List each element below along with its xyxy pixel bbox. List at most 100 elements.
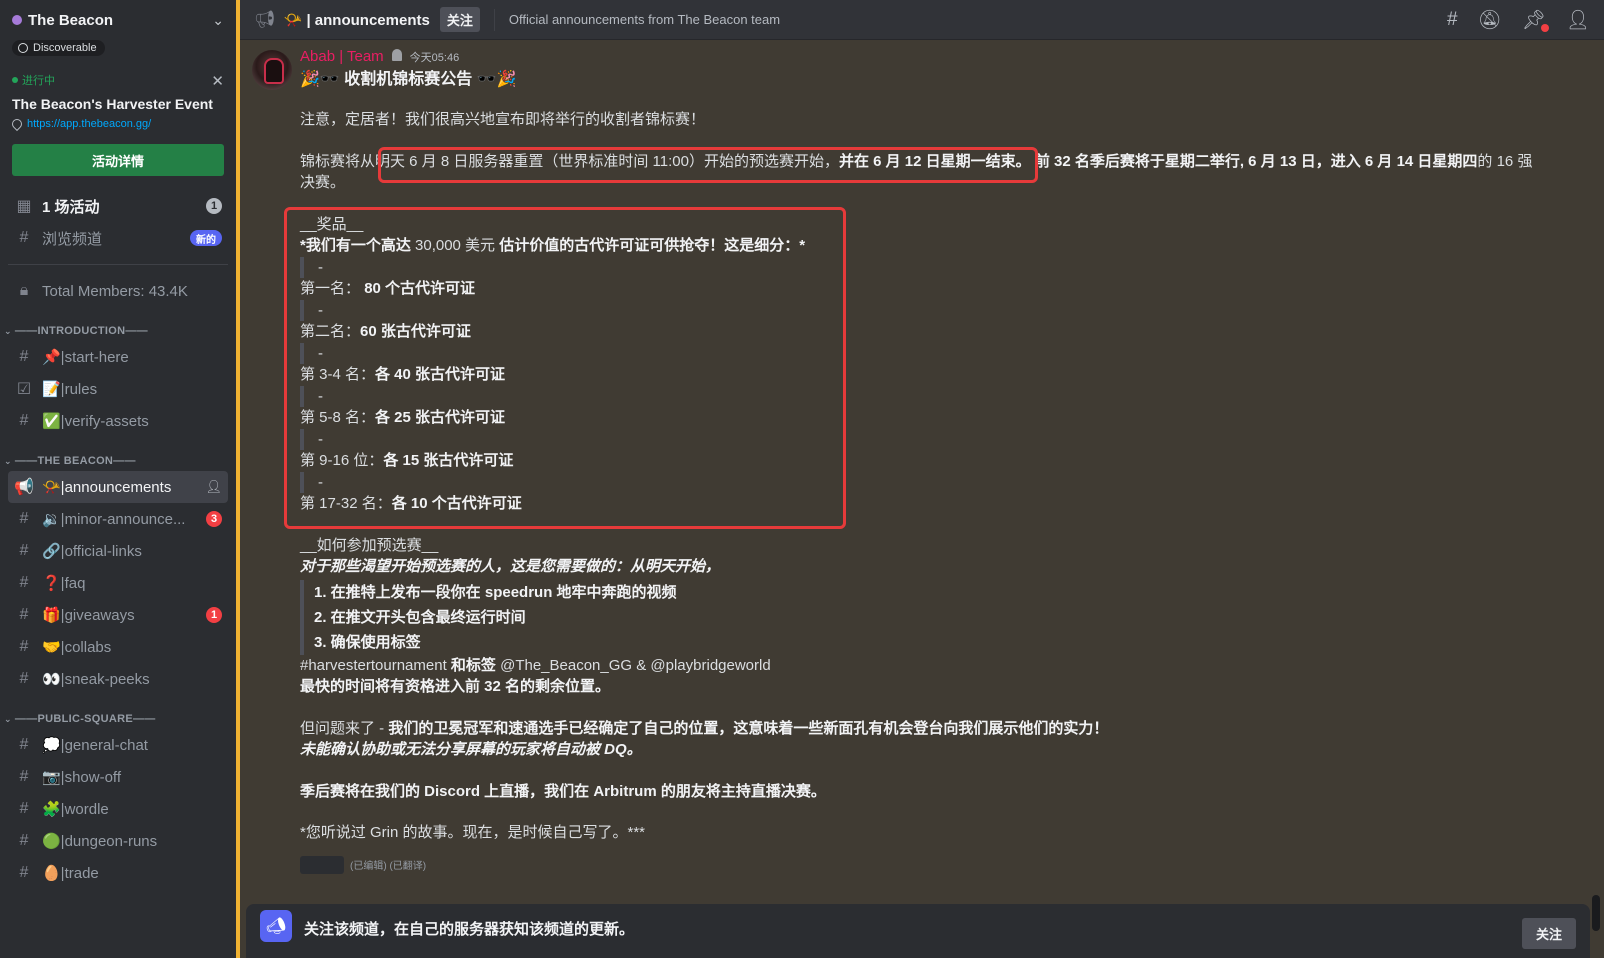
channel-sidebar: The Beacon ⌄ Discoverable 进行中 ✕ The Beac… <box>0 0 236 958</box>
hash-icon: # <box>19 864 29 881</box>
channel-collabs[interactable]: # 🤝|collabs <box>8 631 228 663</box>
event-card: 进行中 ✕ The Beacon's Harvester Event https… <box>9 72 224 176</box>
threads-icon[interactable]: # <box>1447 9 1458 31</box>
channel-giveaways[interactable]: # 🎁|giveaways 1 <box>8 599 228 631</box>
message-list[interactable]: Abab | Team 今天05:46 🎉🕶️ 收割机锦标赛公告 🕶️🎉 注意，… <box>240 40 1604 958</box>
category-the-beacon[interactable]: ⌄ ——THE BEACON—— <box>0 455 236 467</box>
twist-line: 但问题来了 - 我们的卫冕冠军和速通选手已经确定了自己的位置，这意味着一些新面孔… <box>300 719 1109 737</box>
prize-row: 第 3-4 名：各 40 张古代许可证 <box>300 366 506 383</box>
event-title: The Beacon's Harvester Event <box>12 96 213 112</box>
mention-badge: 3 <box>206 511 222 527</box>
event-details-button[interactable]: 活动详情 <box>12 144 224 176</box>
prize-row: 第 9-16 位：各 15 张古代许可证 <box>300 452 514 469</box>
channel-follow-icon: 📣︎ <box>260 910 292 942</box>
schedule-paragraph: 锦标赛将从明天 6 月 8 日服务器重置（世界标准时间 11:00）开始的预选赛… <box>300 152 1533 192</box>
list-bullet: - <box>300 471 1540 493</box>
events-row[interactable]: ▦ 1 场活动 1 <box>8 190 228 222</box>
hash-icon: # <box>19 768 29 785</box>
prizes-heading: __奖品__ <box>300 215 364 233</box>
avatar[interactable] <box>252 50 292 90</box>
chevron-down-icon: ⌄ <box>4 325 12 336</box>
calendar-icon: ▦ <box>16 198 32 215</box>
channel-rules[interactable]: ☑ 📝|rules <box>8 373 228 405</box>
prize-row: 第 17-32 名：各 10 个古代许可证 <box>300 495 522 512</box>
prize-row: 第一名： 80 个古代许可证 <box>300 280 476 297</box>
hash-icon: # <box>19 348 29 365</box>
channel-faq[interactable]: # ❓|faq <box>8 567 228 599</box>
events-count-badge: 1 <box>206 198 222 214</box>
prizes-intro: *我们有一个高达 30,000 美元 估计价值的古代许可证可供抢夺！这是细分：* <box>300 237 806 254</box>
hashtag-line: #harvestertournament 和标签 @The_Beacon_GG … <box>300 656 771 674</box>
channel-sneak-peeks[interactable]: # 👀|sneak-peeks <box>8 663 228 695</box>
channel-trade[interactable]: # 🥚|trade <box>8 857 228 889</box>
hash-icon: # <box>19 542 29 559</box>
join-intro: 对于那些渴望开始预选赛的人，这是您需要做的：从明天开始， <box>300 558 721 575</box>
step-item: 1. 在推特上发布一段你在 speedrun 地牢中奔跑的视频 <box>314 583 677 601</box>
channel-topic[interactable]: Official announcements from The Beacon t… <box>509 12 780 27</box>
mention-badge: 1 <box>206 607 222 623</box>
pinned-messages-icon[interactable]: 📌︎ <box>1522 8 1549 32</box>
follow-button[interactable]: 关注 <box>439 7 480 32</box>
join-heading: __如何参加预选赛__ <box>300 536 439 554</box>
browse-channels-icon: # <box>19 229 29 246</box>
message-paragraph: 注意，定居者！我们很高兴地宣布即将举行的收割者锦标赛！ <box>300 111 706 128</box>
list-bullet: - <box>300 256 1540 278</box>
megaphone-icon: 📢 <box>14 479 34 496</box>
reaction-placeholder[interactable] <box>300 855 344 874</box>
channel-verify-assets[interactable]: # ✅|verify-assets <box>8 405 228 437</box>
message: Abab | Team 今天05:46 🎉🕶️ 收割机锦标赛公告 🕶️🎉 注意，… <box>300 48 1540 874</box>
event-link[interactable]: https://app.thebeacon.gg/ <box>9 116 224 132</box>
hash-icon: # <box>19 638 29 655</box>
grin-line: *您听说过 Grin 的故事。现在，是时候自己写了。*** <box>300 824 646 841</box>
channel-header: 📢︎ 📯 | announcements 关注 Official announc… <box>240 0 1604 40</box>
compass-icon <box>18 43 28 53</box>
members-count-row: 🔒︎ Total Members: 43.4K <box>8 275 228 307</box>
channel-dungeon-runs[interactable]: # 🟢|dungeon-runs <box>8 825 228 857</box>
divider <box>8 264 228 265</box>
channel-minor-announcements[interactable]: # 🔉|minor-announce... 3 <box>8 503 228 535</box>
header-actions: # 🔕︎ 📌︎ 👤︎ <box>1447 8 1590 32</box>
category-introduction[interactable]: ⌄ ——INTRODUCTION—— <box>0 325 236 337</box>
follow-banner-button[interactable]: 关注 <box>1521 918 1576 949</box>
chevron-down-icon[interactable]: ⌄ <box>212 12 224 29</box>
step-item: 2. 在推文开头包含最终运行时间 <box>314 608 526 626</box>
channel-start-here[interactable]: # 📌|start-here <box>8 341 228 373</box>
browse-channels-row[interactable]: # 浏览频道 新的 <box>8 222 228 254</box>
edited-marker: (已编辑) (已翻译) <box>300 855 1540 874</box>
channel-show-off[interactable]: # 📷|show-off <box>8 761 228 793</box>
member-list-icon[interactable]: 👤︎ <box>1566 8 1590 32</box>
message-title: 🎉🕶️ 收割机锦标赛公告 🕶️🎉 <box>300 71 517 88</box>
follow-banner: 📣︎ 关注该频道，在自己的服务器获知该频道的更新。 关注 <box>246 904 1590 958</box>
server-header[interactable]: The Beacon ⌄ <box>0 0 236 40</box>
event-status: 进行中 <box>12 72 224 88</box>
hash-icon: # <box>19 736 29 753</box>
mute-bell-icon[interactable]: 🔕︎ <box>1478 8 1502 32</box>
hash-icon: # <box>19 574 29 591</box>
add-member-icon[interactable]: 👤︎ <box>205 479 222 495</box>
hash-icon: # <box>19 800 29 817</box>
prize-row: 第 5-8 名：各 25 张古代许可证 <box>300 409 506 426</box>
channel-announcements[interactable]: 📢 📯|announcements 👤︎ <box>8 471 228 503</box>
list-bullet: - <box>300 342 1540 364</box>
channel-general-chat[interactable]: # 💭|general-chat <box>8 729 228 761</box>
divider <box>493 8 495 31</box>
follow-banner-text: 关注该频道，在自己的服务器获知该频道的更新。 <box>304 921 635 938</box>
hash-icon: # <box>19 606 29 623</box>
discoverable-badge: Discoverable <box>12 40 105 56</box>
prize-row: 第二名：60 张古代许可证 <box>300 323 471 340</box>
channel-title: 📯 | announcements <box>283 11 430 29</box>
message-header: Abab | Team 今天05:46 <box>300 48 1540 65</box>
close-icon[interactable]: ✕ <box>211 72 224 90</box>
timestamp: 今天05:46 <box>409 52 460 64</box>
list-bullet: - <box>300 299 1540 321</box>
hash-icon: # <box>19 510 29 527</box>
hash-icon: # <box>19 412 29 429</box>
channel-wordle[interactable]: # 🧩|wordle <box>8 793 228 825</box>
step-item: 3. 确保使用标签 <box>314 633 421 651</box>
channel-official-links[interactable]: # 🔗|official-links <box>8 535 228 567</box>
scrollbar[interactable] <box>1592 895 1600 931</box>
category-public-square[interactable]: ⌄ ——PUBLIC-SQUARE—— <box>0 713 236 725</box>
author-name[interactable]: Abab | Team <box>300 48 384 65</box>
list-bullet: - <box>300 385 1540 407</box>
new-badge: 新的 <box>190 230 222 246</box>
